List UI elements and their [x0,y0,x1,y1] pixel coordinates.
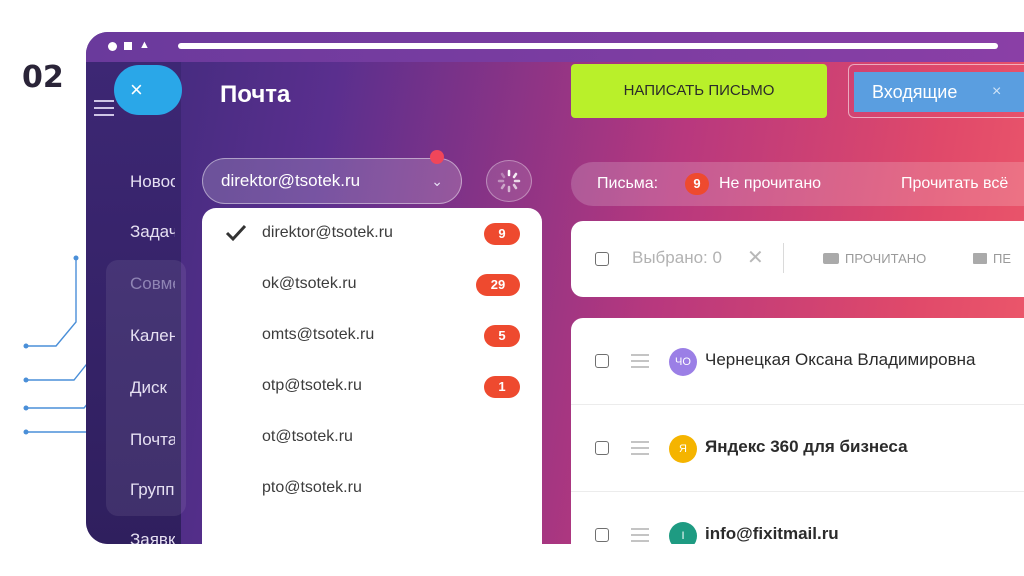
sidebar-item-news[interactable]: Новости [130,172,175,192]
window-dot-icon [108,42,117,51]
notification-dot [430,150,444,164]
sidebar-item-mail[interactable]: Почта [130,430,175,450]
sidebar-nav: Новости Задачи Совместная работа Календа… [86,62,186,544]
unread-count-badge: 9 [484,223,520,245]
mail-row[interactable]: I info@fixitmail.ru [571,492,1024,544]
account-option[interactable]: direktor@tsotek.ru 9 [202,208,542,259]
page-title: Почта [220,81,291,108]
mark-read-label: ПРОЧИТАНО [845,251,927,266]
unread-count-badge: 5 [484,325,520,347]
close-panel-button[interactable]: × [114,65,182,115]
letters-filter-bar: Письма: 9 Не прочитано Прочитать всё [571,162,1024,206]
window-triangle-icon: ▲ [139,39,150,51]
account-option-label: ok@tsotek.ru [262,275,357,292]
filter-unread-link[interactable]: Не прочитано [719,162,821,206]
sidebar-item-tasks[interactable]: Задачи [130,222,175,242]
select-all-checkbox[interactable] [595,252,609,266]
account-select[interactable]: direktor@tsotek.ru ⌄ [202,158,462,204]
account-option-label: omts@tsotek.ru [262,326,375,343]
mail-checkbox[interactable] [595,441,609,455]
read-all-link[interactable]: Прочитать всё [901,162,1008,206]
mail-sender: info@fixitmail.ru [705,524,839,543]
loading-spinner-icon [497,169,521,193]
account-option-label: ot@tsotek.ru [262,428,353,445]
folder-tab-label: Входящие [872,82,958,102]
drag-handle-icon[interactable] [631,441,649,459]
account-option[interactable]: ot@tsotek.ru [202,412,542,463]
account-option-label: pto@tsotek.ru [262,479,362,496]
avatar: ЧО [669,348,697,376]
clear-selection-icon[interactable]: ✕ [747,245,764,270]
drag-handle-icon[interactable] [631,528,649,544]
mail-checkbox[interactable] [595,528,609,542]
move-label: ПЕ [993,251,1012,266]
address-bar [178,43,998,49]
sidebar-item-calendar[interactable]: Календарь [130,326,175,346]
mail-row[interactable]: Я Яндекс 360 для бизнеса [571,405,1024,492]
mail-checkbox[interactable] [595,354,609,368]
mail-row[interactable]: ЧО Чернецкая Оксана Владимировна [571,318,1024,405]
account-option[interactable]: otp@tsotek.ru 1 [202,361,542,412]
folder-tab-inbox[interactable]: Входящие × [854,72,1024,112]
account-option[interactable]: pto@tsotek.ru [202,463,542,514]
envelope-open-icon [823,253,839,264]
mail-sender: Чернецкая Оксана Владимировна [705,350,976,369]
sidebar-item-requests[interactable]: Заявки [130,530,175,544]
selected-count: Выбрано: 0 [632,248,722,267]
drag-handle-icon[interactable] [631,354,649,372]
mark-read-button[interactable]: ПРОЧИТАНО [823,251,926,266]
window-square-icon [124,42,132,50]
letters-label: Письма: [597,175,659,192]
sidebar-item-groups[interactable]: Группы [130,480,175,500]
avatar: I [669,522,697,544]
unread-count-badge: 9 [685,173,709,195]
avatar: Я [669,435,697,463]
unread-count-badge: 1 [484,376,520,398]
account-option[interactable]: omts@tsotek.ru 5 [202,310,542,361]
mail-list: ЧО Чернецкая Оксана Владимировна Я Яндек… [571,318,1024,544]
chevron-down-icon: ⌄ [431,173,443,189]
checkmark-icon [225,224,247,242]
toolbar-divider [783,243,784,273]
mail-sender: Яндекс 360 для бизнеса [705,437,908,456]
account-dropdown: direktor@tsotek.ru 9 ok@tsotek.ru 29 omt… [202,208,542,544]
close-icon[interactable]: × [992,72,1001,112]
account-option-label: otp@tsotek.ru [262,377,362,394]
sidebar-item-disk[interactable]: Диск [130,378,175,398]
sidebar-item-collab[interactable]: Совместная работа [130,274,175,294]
account-option[interactable]: ok@tsotek.ru 29 [202,259,542,310]
hamburger-menu-icon[interactable] [94,100,114,121]
folder-move-icon [973,253,987,264]
window-titlebar: ▲ [86,32,1024,62]
compose-button[interactable]: НАПИСАТЬ ПИСЬМО [571,64,827,118]
move-button[interactable]: ПЕ [973,251,1011,266]
app-window: ▲ Новости Задачи Совместная работа Кален… [86,32,1024,544]
refresh-button[interactable] [486,160,532,202]
account-option-label: direktor@tsotek.ru [262,224,393,241]
unread-count-badge: 29 [476,274,520,296]
account-select-value: direktor@tsotek.ru [221,171,361,190]
mail-toolbar: Выбрано: 0 ✕ ПРОЧИТАНО ПЕ [571,221,1024,297]
